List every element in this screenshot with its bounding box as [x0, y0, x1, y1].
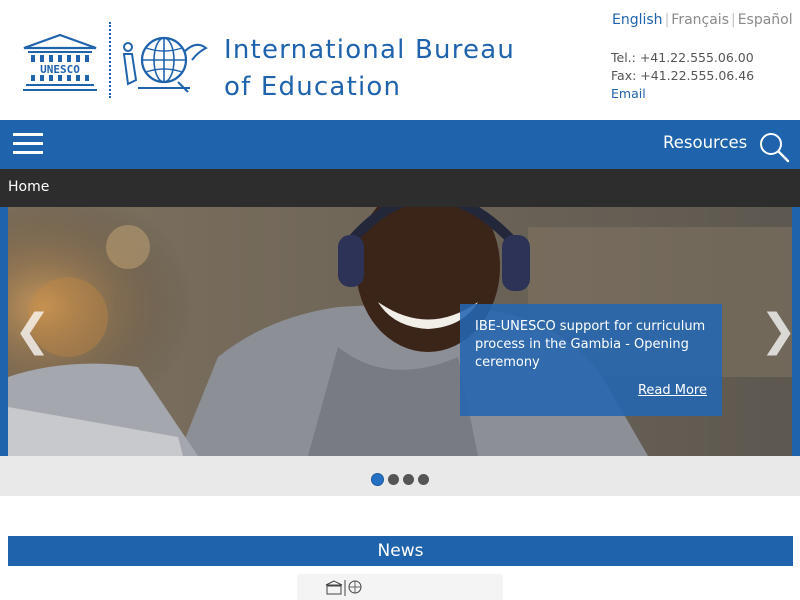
contact-info: Tel.: +41.22.555.06.00 Fax: +41.22.555.0…: [611, 49, 754, 103]
main-navbar: Resources: [0, 120, 800, 169]
hero-slider: IBE-UNESCO support for curriculum proces…: [0, 207, 800, 496]
breadcrumb-home[interactable]: Home: [8, 179, 49, 195]
lang-espanol[interactable]: Español: [738, 12, 793, 28]
breadcrumb: Home: [0, 169, 800, 207]
lang-separator: |: [664, 12, 670, 28]
slider-dot-1[interactable]: [371, 473, 384, 486]
lang-francais[interactable]: Français: [671, 12, 729, 28]
contact-fax: Fax: +41.22.555.06.46: [611, 68, 755, 83]
ibe-logo[interactable]: [118, 30, 210, 98]
slider-dot-2[interactable]: [388, 474, 399, 485]
page: UNESCO International Bureau of Education…: [0, 0, 800, 600]
chevron-left-icon[interactable]: ❮: [14, 306, 51, 356]
org-name-line2: of Education: [224, 72, 402, 102]
news-section-header: News: [8, 536, 793, 566]
org-name-line1: International Bureau: [224, 35, 516, 65]
read-more-link[interactable]: Read More: [638, 383, 707, 398]
contact-email-link[interactable]: Email: [611, 85, 754, 103]
org-name[interactable]: International Bureau of Education: [224, 32, 544, 106]
slider-edge-left: [0, 207, 8, 456]
slide-caption-text[interactable]: IBE-UNESCO support for curriculum proces…: [475, 318, 711, 372]
lang-english[interactable]: English: [612, 12, 663, 28]
nav-resources-link[interactable]: Resources: [663, 133, 747, 152]
language-switcher: English | Français | Español: [612, 11, 793, 29]
lang-separator: |: [730, 12, 736, 28]
news-thumbnail-logo: [325, 580, 362, 596]
site-header: UNESCO International Bureau of Education…: [0, 0, 800, 120]
slider-dot-3[interactable]: [403, 474, 414, 485]
chevron-right-icon[interactable]: ❯: [760, 306, 797, 356]
hamburger-icon[interactable]: [13, 133, 43, 155]
search-icon[interactable]: [758, 131, 790, 163]
logo-divider: [109, 22, 111, 98]
slider-dots: [371, 469, 433, 486]
slide-image[interactable]: IBE-UNESCO support for curriculum proces…: [8, 207, 792, 456]
unesco-logo-text: UNESCO: [40, 63, 80, 76]
unesco-logo[interactable]: UNESCO: [22, 32, 98, 96]
slide-caption: IBE-UNESCO support for curriculum proces…: [460, 304, 722, 416]
slider-dot-4[interactable]: [418, 474, 429, 485]
news-item-thumbnail[interactable]: [297, 574, 503, 600]
contact-tel: Tel.: +41.22.555.06.00: [611, 50, 754, 65]
